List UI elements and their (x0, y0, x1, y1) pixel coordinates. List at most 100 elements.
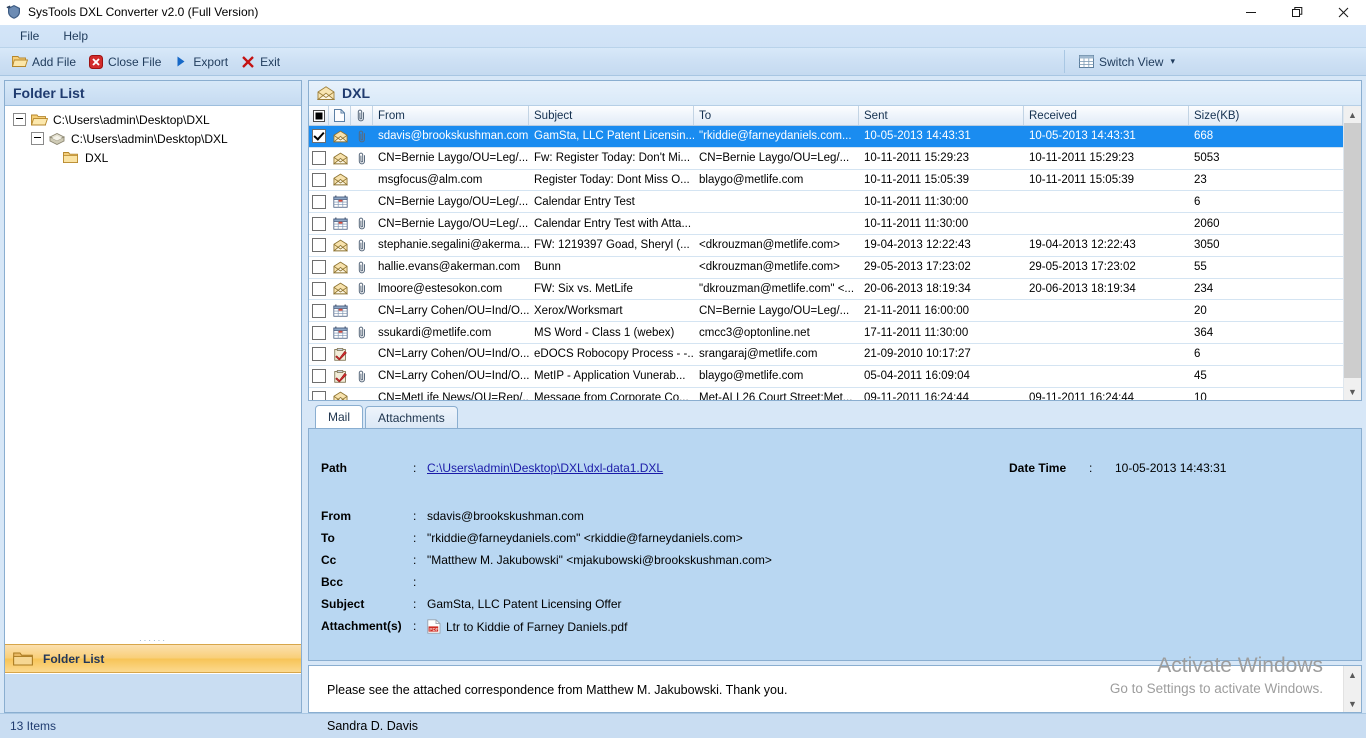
table-row[interactable]: CN=Larry Cohen/OU=Ind/O... MetIP - Applic… (309, 366, 1343, 388)
row-checkbox[interactable] (309, 213, 329, 234)
field-path-value[interactable]: C:\Users\admin\Desktop\DXL\dxl-data1.DXL (427, 461, 663, 475)
switch-view-button[interactable]: Switch View ▾ (1073, 51, 1181, 73)
cell-subject: eDOCS Robocopy Process - -... (534, 348, 694, 361)
table-row[interactable]: msgfocus@alm.com Register Today: Dont Mi… (309, 170, 1343, 192)
column-header-subject[interactable]: Subject (529, 106, 694, 125)
row-type-icon (329, 388, 351, 400)
field-attachments-value[interactable]: PDF Ltr to Kiddie of Farney Daniels.pdf (427, 619, 627, 634)
mail-grid-rows[interactable]: sdavis@brookskushman.com GamSta, LLC Pate… (309, 126, 1343, 400)
cell-sent: 10-11-2011 11:30:00 (864, 195, 969, 208)
row-attachment-icon (351, 191, 373, 212)
table-row[interactable]: lmoore@estesokon.com FW: Six vs. MetLife "… (309, 279, 1343, 301)
scrollbar-thumb[interactable] (1344, 123, 1361, 378)
table-row[interactable]: stephanie.segalini@akerma... FW: 1219397 … (309, 235, 1343, 257)
table-row[interactable]: CN=Larry Cohen/OU=Ind/O... Xerox/Worksmar… (309, 300, 1343, 323)
body-scrollbar[interactable]: ▲ ▼ (1343, 666, 1361, 712)
table-row[interactable]: sdavis@brookskushman.com GamSta, LLC Pate… (309, 126, 1343, 148)
column-header-type[interactable] (329, 106, 351, 125)
chevron-down-icon[interactable]: ▾ (1170, 56, 1175, 67)
column-header-to[interactable]: To (694, 106, 859, 125)
row-type-icon (329, 300, 351, 321)
row-checkbox[interactable] (309, 191, 329, 212)
table-row[interactable]: CN=Bernie Laygo/OU=Leg/... Calendar Entry… (309, 213, 1343, 235)
cell-from: sdavis@brookskushman.com (378, 130, 529, 143)
row-type-icon (329, 191, 351, 212)
field-colon: : (413, 461, 417, 475)
add-file-button[interactable]: Add File (6, 51, 82, 73)
tab-mail[interactable]: Mail (315, 405, 364, 428)
scroll-down-icon[interactable]: ▼ (1344, 695, 1361, 712)
pane-resize-grip[interactable]: ······ (5, 637, 301, 645)
collapse-toggle-icon[interactable] (31, 132, 44, 145)
tree-node-root[interactable]: C:\Users\admin\Desktop\DXL (5, 110, 301, 129)
cell-size: 668 (1194, 130, 1214, 143)
column-header-attachment[interactable] (351, 106, 373, 125)
table-row[interactable]: hallie.evans@akerman.com Bunn <dkrouzman@m… (309, 257, 1343, 279)
maximize-button[interactable] (1274, 0, 1320, 24)
cell-to (694, 191, 859, 212)
close-button[interactable] (1320, 0, 1366, 24)
row-checkbox[interactable] (309, 170, 329, 191)
scroll-up-icon[interactable]: ▲ (1344, 666, 1361, 683)
folder-tree[interactable]: C:\Users\admin\Desktop\DXL C:\Users\admi… (5, 106, 301, 637)
mail-grid-header: From Subject To Sent Received Size(KB) (309, 106, 1343, 126)
close-file-button[interactable]: Close File (82, 51, 167, 73)
mail-header-box: Path : C:\Users\admin\Desktop\DXL\dxl-da… (308, 428, 1362, 661)
field-bcc: Bcc : (321, 575, 427, 589)
scroll-up-icon[interactable]: ▲ (1344, 106, 1361, 123)
row-checkbox[interactable] (309, 388, 329, 400)
row-checkbox[interactable] (309, 279, 329, 300)
mail-list-scrollbar[interactable]: ▲ ▼ (1343, 106, 1361, 400)
row-checkbox[interactable] (309, 126, 329, 147)
cell-to: cmcc3@optonline.net (699, 326, 810, 339)
table-row[interactable]: CN=Bernie Laygo/OU=Leg/... Calendar Entry… (309, 191, 1343, 214)
export-label: Export (193, 54, 229, 69)
row-attachment-icon (351, 235, 373, 256)
exit-button[interactable]: Exit (234, 51, 286, 73)
tree-node-dxl[interactable]: DXL (5, 148, 301, 167)
collapse-toggle-icon[interactable] (13, 113, 26, 126)
cell-received: 20-06-2013 18:19:34 (1029, 282, 1136, 295)
scroll-down-icon[interactable]: ▼ (1344, 383, 1361, 400)
field-colon: : (413, 553, 417, 567)
column-header-from[interactable]: From (373, 106, 529, 125)
path-link[interactable]: C:\Users\admin\Desktop\DXL\dxl-data1.DXL (427, 461, 663, 475)
switch-view-label: Switch View (1098, 54, 1164, 69)
field-colon: : (413, 575, 417, 589)
menu-item-file[interactable]: File (10, 27, 49, 45)
scrollbar-track[interactable] (1344, 123, 1361, 383)
mail-list-panel: DXL From Subject To Sent Received Size(K… (308, 80, 1362, 401)
grid-icon (1079, 54, 1095, 70)
row-checkbox[interactable] (309, 300, 329, 321)
row-checkbox[interactable] (309, 148, 329, 169)
close-circle-icon (88, 54, 104, 70)
column-header-sent[interactable]: Sent (859, 106, 1024, 125)
export-button[interactable]: Export (167, 51, 234, 73)
column-header-select-all[interactable] (309, 106, 329, 125)
row-checkbox[interactable] (309, 235, 329, 256)
field-datetime-label: Date Time (1009, 461, 1067, 475)
row-checkbox[interactable] (309, 322, 329, 343)
column-header-size[interactable]: Size(KB) (1189, 106, 1343, 125)
menu-item-help[interactable]: Help (53, 27, 98, 45)
body-paragraph: Please see the attached correspondence f… (327, 683, 788, 697)
nav-folder-list-button[interactable]: Folder List (5, 644, 301, 673)
cell-subject: Calendar Entry Test with Atta... (534, 217, 692, 230)
row-checkbox[interactable] (309, 366, 329, 387)
tree-node-database[interactable]: C:\Users\admin\Desktop\DXL (5, 129, 301, 148)
minimize-button[interactable] (1228, 0, 1274, 24)
table-row[interactable]: ssukardi@metlife.com MS Word - Class 1 (w… (309, 322, 1343, 344)
cell-subject: Register Today: Dont Miss O... (534, 173, 690, 186)
column-header-received[interactable]: Received (1024, 106, 1189, 125)
table-row[interactable]: CN=MetLife News/OU=Rep/... Message from C… (309, 388, 1343, 400)
row-checkbox[interactable] (309, 344, 329, 365)
field-to-label: To (321, 531, 335, 545)
cell-subject: MS Word - Class 1 (webex) (534, 326, 675, 339)
attachment-file-name[interactable]: Ltr to Kiddie of Farney Daniels.pdf (446, 620, 627, 634)
table-row[interactable]: CN=Bernie Laygo/OU=Leg/... Fw: Register T… (309, 148, 1343, 170)
scrollbar-track[interactable] (1344, 683, 1361, 695)
table-row[interactable]: CN=Larry Cohen/OU=Ind/O... eDOCS Robocopy… (309, 344, 1343, 366)
cell-received (1024, 322, 1189, 343)
tab-attachments[interactable]: Attachments (365, 406, 458, 428)
row-checkbox[interactable] (309, 257, 329, 278)
